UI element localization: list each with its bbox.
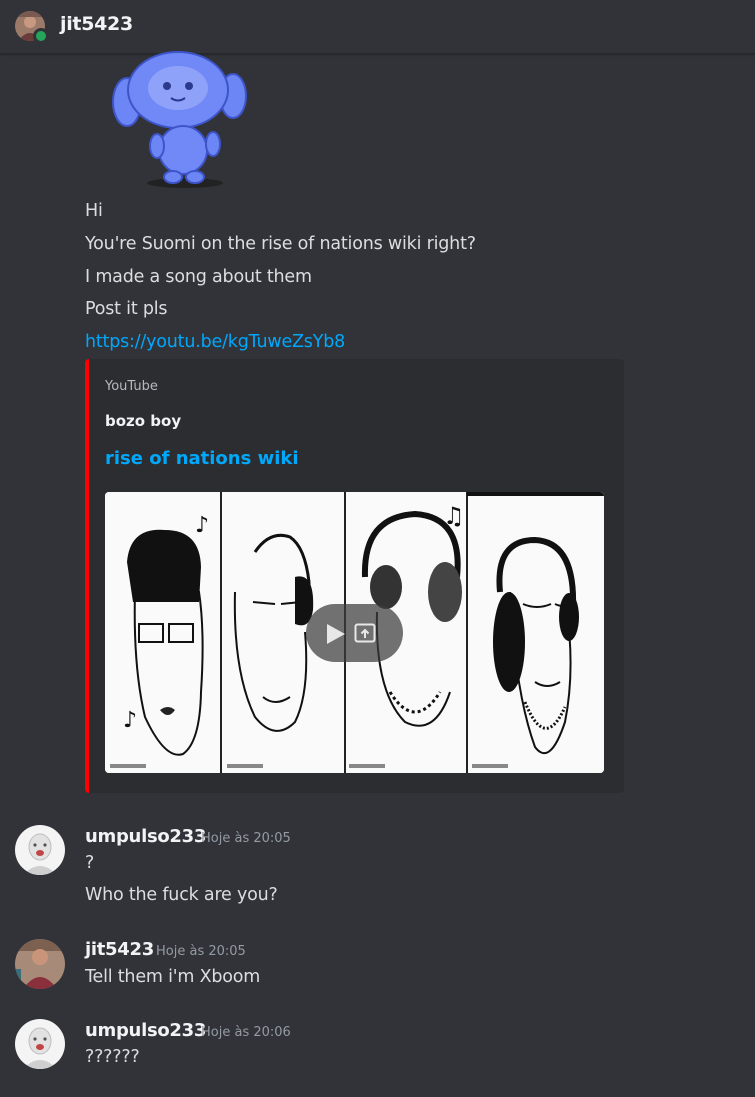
svg-text:♪: ♪ (123, 708, 137, 733)
message-text: ?????? (85, 1047, 140, 1067)
play-overlay[interactable] (306, 604, 403, 662)
message-username[interactable]: umpulso233 (85, 826, 206, 847)
youtube-link[interactable]: https://youtu.be/kgTuweZsYb8 (85, 332, 345, 352)
message-text: You're Suomi on the rise of nations wiki… (85, 234, 476, 254)
video-thumbnail[interactable]: ♪ ♪ ♫ (105, 492, 604, 773)
message-text: Hi (85, 201, 103, 221)
message-text: I made a song about them (85, 267, 312, 287)
message-text: Tell them i'm Xboom (85, 967, 261, 987)
chat-header: jit5423 (0, 0, 755, 54)
user-avatar[interactable] (15, 825, 65, 875)
embed-author[interactable]: bozo boy (105, 412, 181, 430)
play-icon[interactable] (327, 624, 345, 644)
popout-icon[interactable] (354, 623, 376, 643)
message-text: Who the fuck are you? (85, 885, 278, 905)
embed-title[interactable]: rise of nations wiki (105, 448, 299, 469)
message-timestamp: Hoje às 20:05 (201, 831, 291, 846)
user-avatar[interactable] (15, 1019, 65, 1069)
message-timestamp: Hoje às 20:06 (201, 1025, 291, 1040)
wumpus-sticker[interactable] (105, 50, 255, 190)
svg-text:♪: ♪ (195, 513, 209, 538)
embed-provider[interactable]: YouTube (105, 379, 158, 394)
user-avatar[interactable] (15, 939, 65, 989)
message-timestamp: Hoje às 20:05 (156, 944, 246, 959)
header-username[interactable]: jit5423 (60, 13, 133, 35)
online-status-icon (33, 28, 49, 44)
message-text: ? (85, 853, 95, 873)
message-username[interactable]: jit5423 (85, 939, 154, 960)
message-text: Post it pls (85, 299, 168, 319)
message-username[interactable]: umpulso233 (85, 1020, 206, 1041)
youtube-embed: YouTube bozo boy rise of nations wiki ♪ … (85, 359, 624, 793)
svg-text:♫: ♫ (443, 502, 465, 530)
